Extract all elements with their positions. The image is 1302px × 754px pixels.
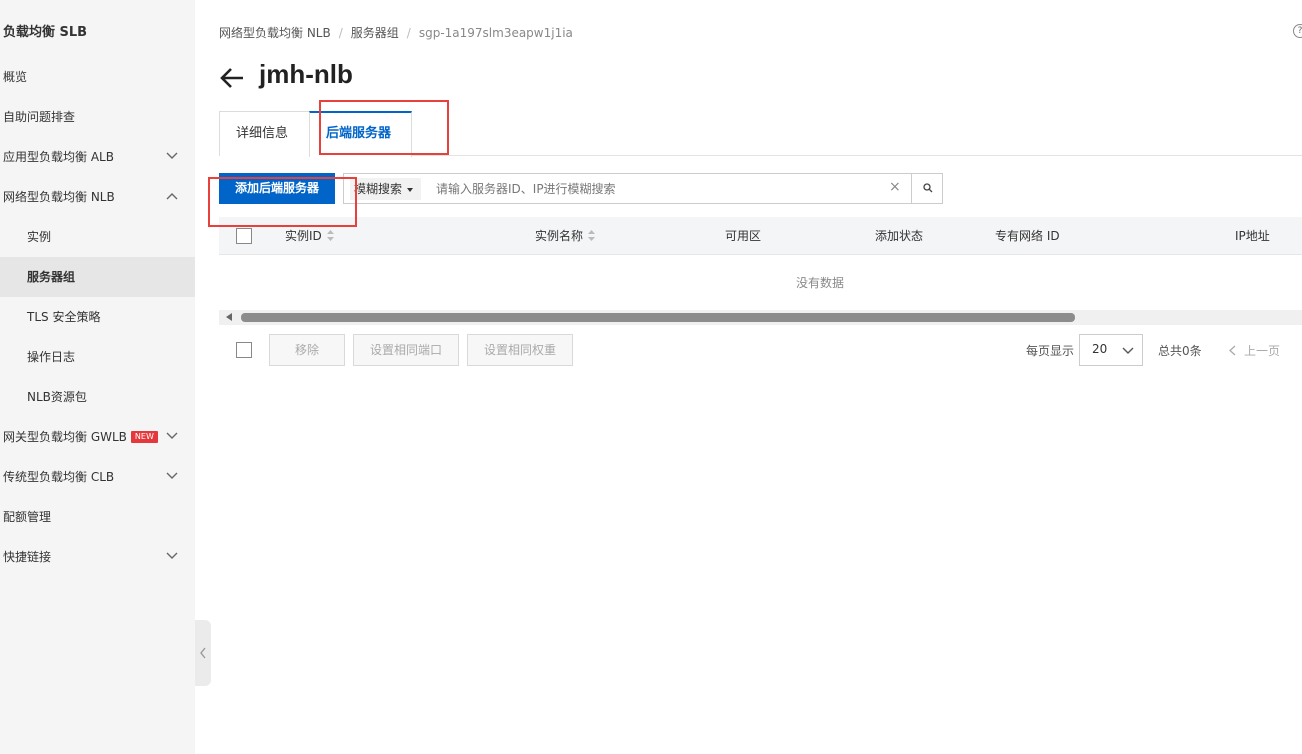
sidebar-item-label: TLS 安全策略: [27, 310, 101, 324]
back-arrow-icon[interactable]: [219, 65, 245, 91]
remove-button[interactable]: 移除: [269, 334, 345, 366]
scroll-left-icon[interactable]: [226, 313, 232, 321]
chevron-down-icon: [1122, 347, 1134, 354]
clear-icon[interactable]: ×: [889, 179, 901, 195]
sidebar-item-label: 配额管理: [3, 510, 52, 524]
sidebar-item-alb[interactable]: 应用型负载均衡 ALB: [0, 137, 195, 177]
sidebar-title: 负载均衡 SLB: [3, 25, 88, 40]
search-button[interactable]: [911, 173, 943, 204]
chevron-left-icon: [1229, 345, 1236, 356]
new-badge: NEW: [130, 430, 158, 443]
sidebar-item-operation-log[interactable]: 操作日志: [0, 337, 195, 377]
sidebar: 负载均衡 SLB 概览 自助问题排查 应用型负载均衡 ALB 网络型负载均衡 N…: [0, 0, 195, 754]
tab-details[interactable]: 详细信息: [219, 111, 310, 156]
sidebar-item-server-groups[interactable]: 服务器组: [0, 257, 195, 297]
page-title: jmh-nlb: [259, 59, 353, 89]
sidebar-item-label: 网络型负载均衡 NLB: [3, 190, 115, 204]
scrollbar-thumb[interactable]: [241, 313, 1075, 322]
page-size-value: 20: [1092, 342, 1108, 356]
chevron-down-icon: [166, 152, 178, 159]
column-header-zone: 可用区: [725, 229, 762, 243]
prev-page-label: 上一页: [1244, 344, 1281, 358]
sidebar-item-gwlb[interactable]: 网关型负载均衡 GWLB NEW: [0, 417, 195, 457]
column-header-vpc-id: 专有网络 ID: [995, 229, 1060, 243]
sidebar-item-overview[interactable]: 概览: [0, 57, 195, 97]
sidebar-item-label: 实例: [27, 230, 52, 244]
sidebar-item-label: 服务器组: [27, 270, 76, 284]
sidebar-item-label: NLB资源包: [27, 390, 87, 404]
prev-page-button[interactable]: 上一页: [1229, 342, 1280, 359]
sidebar-item-nlb[interactable]: 网络型负载均衡 NLB: [0, 177, 195, 217]
search-bar: 模糊搜索 ×: [343, 173, 943, 204]
select-all-checkbox[interactable]: [236, 228, 252, 244]
breadcrumb: 网络型负载均衡 NLB / 服务器组 / sgp-1a197slm3eapw1j1ia: [219, 24, 573, 41]
sidebar-item-clb[interactable]: 传统型负载均衡 CLB: [0, 457, 195, 497]
breadcrumb-item-nlb[interactable]: 网络型负载均衡 NLB: [219, 26, 331, 40]
sidebar-item-label: 传统型负载均衡 CLB: [3, 470, 115, 484]
total-count: 总共0条: [1158, 344, 1202, 358]
column-header-instance-name[interactable]: 实例名称: [535, 217, 596, 255]
sidebar-item-quota[interactable]: 配额管理: [0, 497, 195, 537]
sidebar-item-label: 快捷链接: [3, 550, 52, 564]
sidebar-item-label: 操作日志: [27, 350, 76, 364]
caret-down-icon: [407, 187, 414, 192]
add-backend-server-button[interactable]: 添加后端服务器: [219, 173, 335, 204]
set-same-weight-button[interactable]: 设置相同权重: [467, 334, 573, 366]
search-icon: [923, 183, 933, 193]
tab-backend-servers[interactable]: 后端服务器: [309, 111, 412, 157]
column-header-add-status: 添加状态: [875, 229, 924, 243]
sidebar-collapse-handle[interactable]: [195, 620, 211, 686]
empty-state-text: 没有数据: [796, 276, 845, 290]
horizontal-scrollbar[interactable]: [219, 310, 1302, 325]
breadcrumb-separator: /: [338, 26, 343, 40]
set-same-port-button[interactable]: 设置相同端口: [353, 334, 459, 366]
column-header-instance-id[interactable]: 实例ID: [285, 217, 334, 255]
sort-icon: [588, 230, 596, 241]
breadcrumb-item-server-groups[interactable]: 服务器组: [351, 26, 399, 40]
search-input[interactable]: [436, 178, 876, 200]
tab-bar: 详细信息 后端服务器: [219, 111, 1302, 157]
chevron-up-icon: [166, 193, 178, 200]
sidebar-item-nlb-package[interactable]: NLB资源包: [0, 377, 195, 417]
sidebar-item-instances[interactable]: 实例: [0, 217, 195, 257]
breadcrumb-item-current: sgp-1a197slm3eapw1j1ia: [418, 26, 573, 40]
chevron-down-icon: [166, 432, 178, 439]
page-size-label: 每页显示: [1026, 344, 1075, 358]
column-header-ip-address: IP地址: [1235, 229, 1270, 243]
page-size-select[interactable]: 20: [1079, 334, 1143, 366]
sort-icon: [326, 230, 334, 241]
search-type-label: 模糊搜索: [354, 182, 403, 196]
footer-select-all-checkbox[interactable]: [236, 342, 252, 358]
breadcrumb-separator: /: [406, 26, 411, 40]
sidebar-item-quick-links[interactable]: 快捷链接: [0, 537, 195, 577]
chevron-left-icon: [200, 647, 206, 659]
sidebar-item-label: 应用型负载均衡 ALB: [3, 150, 114, 164]
table-header: 实例ID 实例名称 可用区 添加状态 专有网络 ID IP地址: [219, 217, 1302, 255]
chevron-down-icon: [166, 472, 178, 479]
sidebar-item-tls-policy[interactable]: TLS 安全策略: [0, 297, 195, 337]
sidebar-item-self-diagnosis[interactable]: 自助问题排查: [0, 97, 195, 137]
sidebar-item-label: 概览: [3, 70, 28, 84]
chevron-down-icon: [166, 552, 178, 559]
sidebar-item-label: 网关型负载均衡 GWLB: [3, 430, 127, 444]
main-content: 网络型负载均衡 NLB / 服务器组 / sgp-1a197slm3eapw1j1ia …: [219, 0, 1302, 754]
search-type-dropdown[interactable]: 模糊搜索: [350, 178, 422, 200]
help-icon[interactable]: ?: [1293, 24, 1302, 38]
sidebar-item-label: 自助问题排查: [3, 110, 76, 124]
